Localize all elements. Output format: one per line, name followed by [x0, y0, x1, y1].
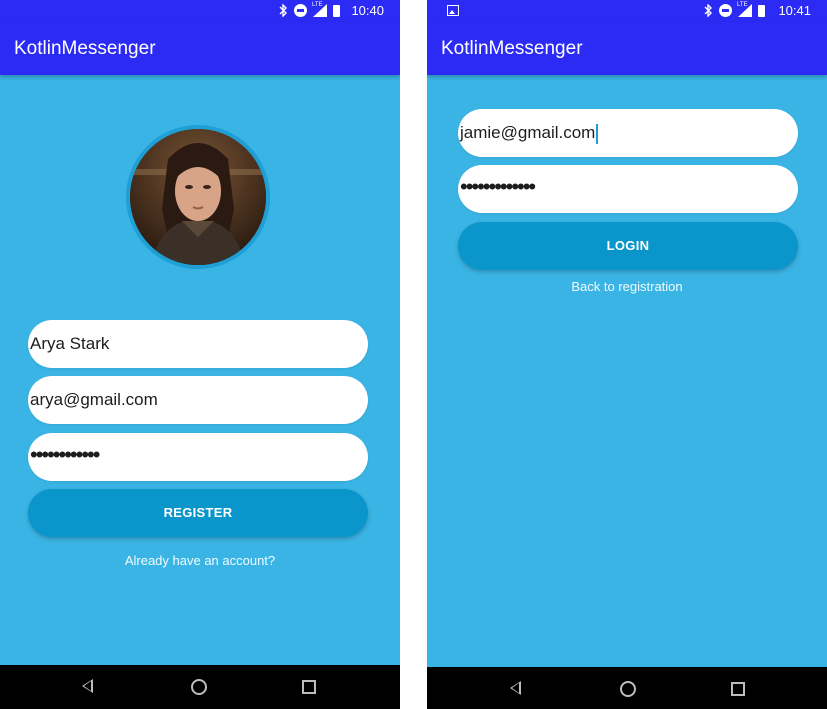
do-not-disturb-icon: [294, 4, 307, 17]
text-cursor: [596, 123, 599, 144]
app-title: KotlinMessenger: [441, 38, 583, 59]
email-input[interactable]: jamie@gmail.com: [458, 109, 798, 157]
recents-icon[interactable]: [302, 680, 316, 694]
register-button[interactable]: REGISTER: [28, 489, 368, 537]
navigation-bar: [427, 667, 827, 709]
email-value: arya@gmail.com: [30, 390, 158, 409]
login-screen: LTE 10:41 KotlinMessenger jamie@gmail.co…: [427, 0, 827, 709]
back-icon[interactable]: [510, 681, 521, 695]
profile-photo: [130, 129, 266, 265]
status-bar: LTE 10:40: [0, 0, 400, 22]
password-input[interactable]: •••••••••••••: [458, 165, 798, 213]
username-value: Arya Stark: [30, 334, 110, 353]
status-time: 10:41: [778, 3, 811, 18]
status-icons: LTE: [279, 2, 340, 17]
status-bar: LTE 10:41: [427, 0, 827, 22]
password-value: •••••••••••••: [460, 174, 536, 199]
lte-signal-icon: LTE: [312, 2, 327, 17]
register-screen: LTE 10:40 KotlinMessenger Arya Stark ary…: [0, 0, 400, 709]
status-time: 10:40: [351, 3, 384, 18]
app-bar: KotlinMessenger: [0, 22, 400, 75]
lte-signal-icon: LTE: [737, 2, 752, 17]
app-title: KotlinMessenger: [14, 38, 156, 59]
recents-icon[interactable]: [731, 682, 745, 696]
app-bar: KotlinMessenger: [427, 22, 827, 75]
login-button[interactable]: LOGIN: [458, 222, 798, 270]
battery-icon: [758, 4, 765, 17]
bluetooth-icon: [279, 4, 288, 17]
home-icon[interactable]: [191, 679, 207, 695]
back-icon[interactable]: [82, 679, 93, 693]
bluetooth-icon: [704, 4, 713, 17]
profile-photo-button[interactable]: [126, 125, 270, 269]
password-value: ••••••••••••: [30, 442, 100, 467]
email-input[interactable]: arya@gmail.com: [28, 376, 368, 424]
password-input[interactable]: ••••••••••••: [28, 433, 368, 481]
already-have-account-link[interactable]: Already have an account?: [0, 553, 400, 568]
do-not-disturb-icon: [719, 4, 732, 17]
navigation-bar: [0, 665, 400, 709]
home-icon[interactable]: [620, 681, 636, 697]
status-icons: LTE: [704, 2, 765, 17]
image-notification-icon: [447, 5, 459, 16]
email-value: jamie@gmail.com: [460, 123, 596, 142]
username-input[interactable]: Arya Stark: [28, 320, 368, 368]
back-to-registration-link[interactable]: Back to registration: [427, 279, 827, 294]
battery-icon: [333, 4, 340, 17]
